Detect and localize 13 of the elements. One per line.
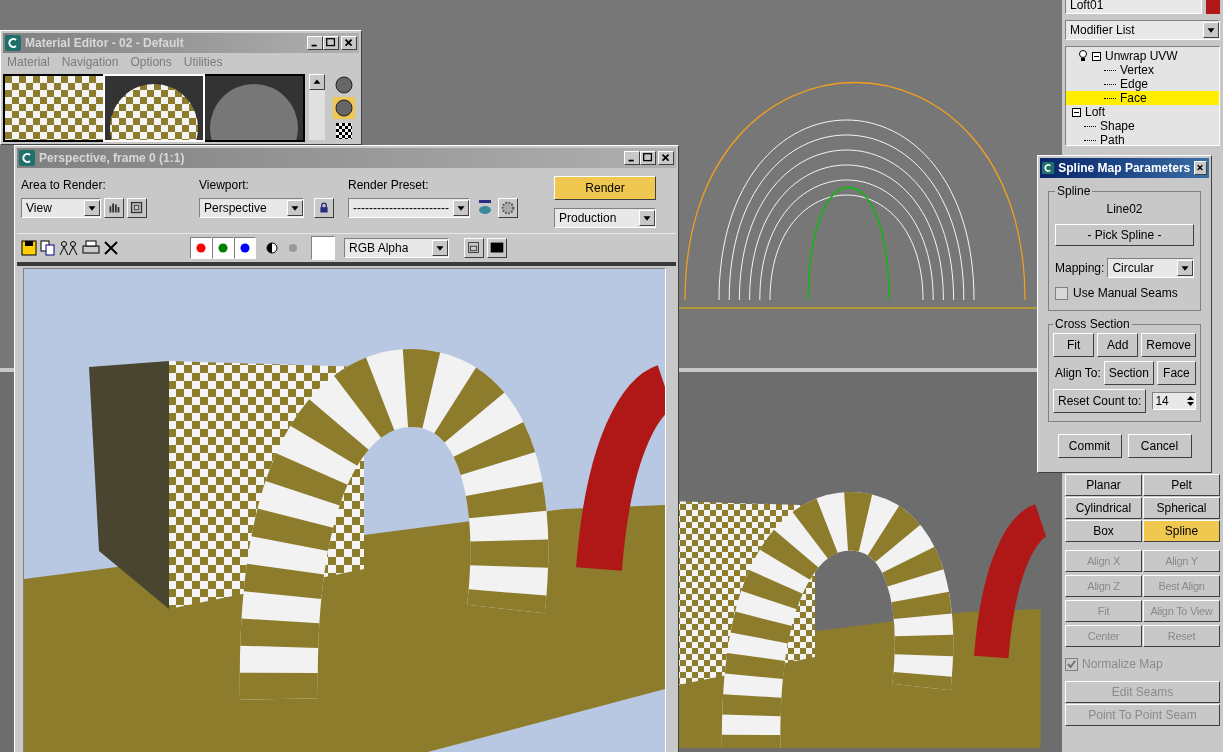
normalize-label: Normalize Map	[1082, 656, 1163, 673]
mapping-label: Mapping:	[1055, 260, 1105, 277]
group-label: Cross Section	[1054, 316, 1131, 333]
area-label: Area to Render:	[21, 176, 107, 194]
viewport-label: Viewport:	[199, 176, 250, 194]
align-to-label: Align To:	[1054, 365, 1101, 382]
spline-name: Line02	[1106, 201, 1143, 218]
manual-seams-label: Use Manual Seams	[1073, 285, 1178, 302]
window-title: Spline Map Parameters	[1058, 160, 1191, 177]
window-title: Material Editor - 02 - Default	[25, 34, 185, 52]
group-label: Spline	[1056, 183, 1092, 200]
render-preset-label: Render Preset:	[348, 176, 430, 194]
window-title: Perspective, frame 0 (1:1)	[39, 149, 186, 167]
